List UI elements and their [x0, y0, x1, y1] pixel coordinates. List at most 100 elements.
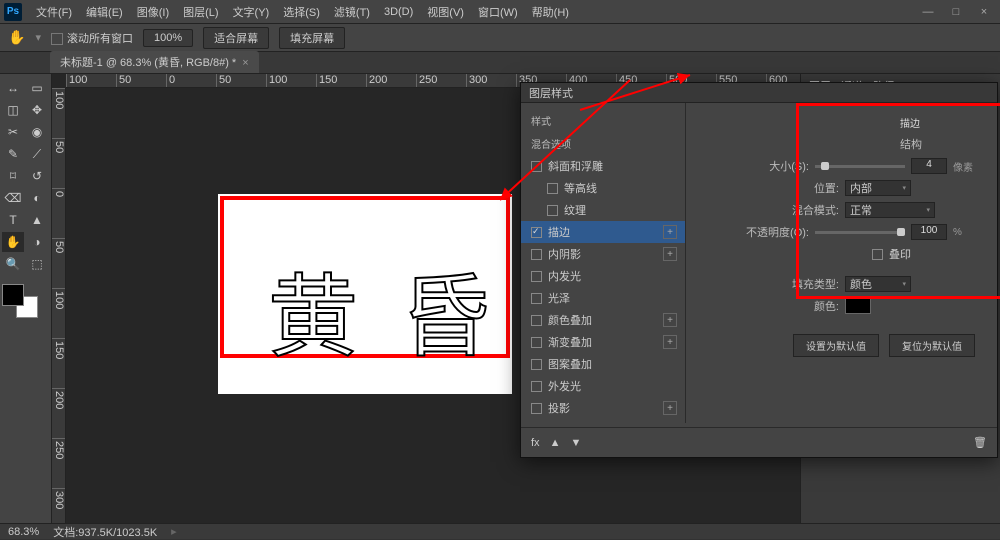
fill-screen-button[interactable]: 填充屏幕 — [279, 27, 345, 49]
menu-view[interactable]: 视图(V) — [421, 2, 470, 22]
menu-image[interactable]: 图像(I) — [131, 2, 175, 22]
menu-type[interactable]: 文字(Y) — [227, 2, 276, 22]
annotation-red-box-dialog — [796, 103, 1000, 299]
fx-checkbox[interactable] — [531, 381, 542, 392]
overprint-checkbox[interactable] — [872, 249, 883, 260]
stroke-color-swatch[interactable] — [845, 298, 871, 314]
dialog-footer: fx ▲ ▼ 🗑 — [521, 427, 997, 457]
fx-up-icon[interactable]: ▲ — [550, 437, 561, 449]
fx-add-icon[interactable]: + — [663, 335, 677, 349]
dodge-tool[interactable]: ◐ — [26, 188, 48, 208]
window-maximize[interactable]: □ — [944, 4, 968, 20]
fx-checkbox[interactable] — [531, 403, 542, 414]
fx-item-1[interactable]: 等高线 — [521, 177, 685, 199]
fx-checkbox[interactable] — [531, 315, 542, 326]
fx-item-5[interactable]: 内发光 — [521, 265, 685, 287]
fg-color[interactable] — [2, 284, 24, 306]
pen-tool[interactable]: ▲ — [26, 210, 48, 230]
fx-checkbox[interactable] — [531, 271, 542, 282]
close-tab-icon[interactable]: × — [242, 57, 248, 69]
fx-label: 渐变叠加 — [548, 334, 592, 350]
rotate-tool[interactable]: ◑ — [26, 232, 48, 252]
window-close[interactable]: × — [972, 4, 996, 20]
menu-3d[interactable]: 3D(D) — [378, 4, 419, 20]
canvas[interactable]: 黄 昏 — [218, 194, 512, 394]
fx-down-icon[interactable]: ▼ — [570, 437, 581, 449]
fx-item-9[interactable]: 图案叠加 — [521, 353, 685, 375]
document-tab[interactable]: 未标题-1 @ 68.3% (黄昏, RGB/8#) *× — [50, 51, 259, 73]
fx-checkbox[interactable] — [531, 249, 542, 260]
fx-add-icon[interactable]: + — [663, 225, 677, 239]
menu-edit[interactable]: 编辑(E) — [80, 2, 129, 22]
history-tool[interactable]: ⌑ — [2, 166, 24, 186]
trash-icon[interactable]: 🗑 — [973, 436, 987, 449]
size-slider[interactable] — [815, 165, 905, 168]
fx-label: 投影 — [548, 400, 570, 416]
size-row: 大小(S): 4 像素 — [700, 158, 983, 174]
menu-filter[interactable]: 滤镜(T) — [328, 2, 376, 22]
zoom-tool[interactable]: 🔍 — [2, 254, 24, 274]
menu-file[interactable]: 文件(F) — [30, 2, 78, 22]
menu-layer[interactable]: 图层(L) — [177, 2, 224, 22]
fx-item-4[interactable]: 内阴影+ — [521, 243, 685, 265]
layer-style-dialog: 图层样式 样式 混合选项 斜面和浮雕等高线纹理描边+内阴影+内发光光泽颜色叠加+… — [520, 82, 998, 458]
fx-checkbox[interactable] — [531, 227, 542, 238]
position-dropdown[interactable]: 内部▾ — [845, 180, 911, 196]
menu-help[interactable]: 帮助(H) — [526, 2, 575, 22]
fx-item-11[interactable]: 投影 + — [521, 397, 685, 419]
fx-add-icon[interactable]: + — [663, 247, 677, 261]
fx-item-3[interactable]: 描边+ — [521, 221, 685, 243]
crop-tool[interactable]: ✂ — [2, 122, 24, 142]
fx-checkbox[interactable] — [531, 161, 542, 172]
zoom-100-button[interactable]: 100% — [143, 29, 193, 47]
scroll-all-checkbox[interactable]: 滚动所有窗口 — [51, 30, 133, 46]
fx-item-2[interactable]: 纹理 — [521, 199, 685, 221]
blend-row: 混合模式: 正常▾ — [700, 202, 983, 218]
fx-checkbox[interactable] — [531, 293, 542, 304]
type-tool[interactable]: T — [2, 210, 24, 230]
menu-select[interactable]: 选择(S) — [277, 2, 326, 22]
fx-item-0[interactable]: 斜面和浮雕 — [521, 155, 685, 177]
fx-checkbox[interactable] — [531, 359, 542, 370]
lasso-tool[interactable]: ◫ — [2, 100, 24, 120]
fx-settings: 描边 结构 大小(S): 4 像素 位置: 内部▾ 混合模式: 正常▾ 不透明度… — [686, 103, 997, 423]
overprint-row: 叠印 — [700, 246, 983, 262]
move-tool[interactable]: ↔ — [2, 78, 24, 98]
color-row: 颜色: — [700, 298, 983, 314]
fx-item-10[interactable]: 外发光 — [521, 375, 685, 397]
fit-screen-button[interactable]: 适合屏幕 — [203, 27, 269, 49]
color-swatch[interactable] — [2, 284, 42, 318]
fx-menu-icon[interactable]: fx — [531, 437, 540, 449]
blend-dropdown[interactable]: 正常▾ — [845, 202, 935, 218]
window-minimize[interactable]: — — [916, 4, 940, 20]
eraser-tool[interactable]: ↺ — [26, 166, 48, 186]
set-default-button[interactable]: 设置为默认值 — [793, 334, 879, 357]
fx-label: 颜色叠加 — [548, 312, 592, 328]
marquee-tool[interactable]: ▭ — [26, 78, 48, 98]
fx-checkbox[interactable] — [547, 205, 558, 216]
fx-header-blend[interactable]: 混合选项 — [521, 132, 685, 155]
fx-item-8[interactable]: 渐变叠加 + — [521, 331, 685, 353]
wand-tool[interactable]: ✥ — [26, 100, 48, 120]
edit-toolbar[interactable]: ⬚ — [26, 254, 48, 274]
brush-tool[interactable]: ✎ — [2, 144, 24, 164]
gradient-tool[interactable]: ⌫ — [2, 188, 24, 208]
reset-default-button[interactable]: 复位为默认值 — [889, 334, 975, 357]
fx-header-styles[interactable]: 样式 — [521, 109, 685, 132]
opacity-slider[interactable] — [815, 231, 905, 234]
size-input[interactable]: 4 — [911, 158, 947, 174]
stamp-tool[interactable]: ⟋ — [26, 144, 48, 164]
menu-window[interactable]: 窗口(W) — [472, 2, 524, 22]
fx-item-6[interactable]: 光泽 — [521, 287, 685, 309]
filltype-dropdown[interactable]: 颜色▾ — [845, 276, 911, 292]
hand-tool[interactable]: ✋ — [2, 232, 24, 252]
fx-checkbox[interactable] — [547, 183, 558, 194]
fx-add-icon[interactable]: + — [663, 313, 677, 327]
fx-item-7[interactable]: 颜色叠加 + — [521, 309, 685, 331]
eyedropper-tool[interactable]: ◉ — [26, 122, 48, 142]
fx-add-icon[interactable]: + — [663, 401, 677, 415]
position-row: 位置: 内部▾ — [700, 180, 983, 196]
status-zoom[interactable]: 68.3% — [8, 526, 39, 538]
opacity-input[interactable]: 100 — [911, 224, 947, 240]
fx-checkbox[interactable] — [531, 337, 542, 348]
